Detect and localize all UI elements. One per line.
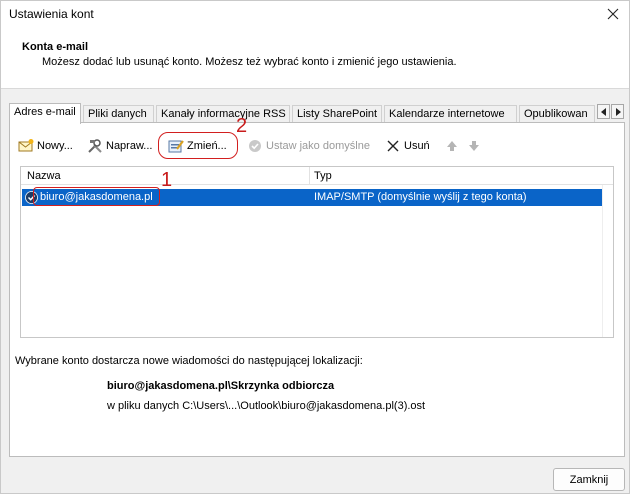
tab-rss-feeds[interactable]: Kanały informacyjne RSS — [156, 105, 290, 123]
header-area: Konta e-mail Możesz dodać lub usunąć kon… — [1, 27, 629, 89]
close-button[interactable]: Zamknij — [553, 468, 625, 491]
toolbar: Nowy... Napraw... Zmień... Ustaw jako do… — [16, 135, 616, 157]
new-account-label: Nowy... — [37, 140, 73, 152]
tab-scroll-right-icon[interactable] — [611, 104, 624, 119]
header-description: Możesz dodać lub usunąć konto. Możesz te… — [42, 56, 457, 68]
repair-account-button[interactable]: Napraw... — [87, 135, 152, 157]
tab-strip: Adres e-mail Pliki danych Kanały informa… — [9, 103, 625, 124]
move-down-button[interactable] — [466, 135, 482, 157]
account-settings-window: Ustawienia kont Konta e-mail Możesz doda… — [0, 0, 630, 494]
arrow-down-icon — [466, 138, 482, 154]
annotation-number-1: 1 — [161, 169, 173, 191]
column-name-header[interactable]: Nazwa — [27, 170, 61, 182]
new-account-button[interactable]: Nowy... — [18, 135, 73, 157]
remove-x-icon — [385, 138, 401, 154]
annotation-highlight-change — [158, 132, 238, 159]
set-default-label: Ustaw jako domyślne — [266, 140, 370, 152]
title-bar: Ustawienia kont — [1, 1, 629, 27]
remove-account-label: Usuń — [404, 140, 430, 152]
list-scrollbar[interactable] — [602, 185, 613, 337]
delivery-info-text: Wybrane konto dostarcza nowe wiadomości … — [15, 355, 363, 367]
header-title: Konta e-mail — [22, 41, 89, 53]
tab-published-calendars[interactable]: Opublikowan — [519, 105, 595, 123]
annotation-highlight-account — [33, 187, 160, 206]
new-mail-icon — [18, 138, 34, 154]
repair-account-label: Napraw... — [106, 140, 153, 152]
checkmark-circle-icon — [247, 138, 263, 154]
set-default-button[interactable]: Ustaw jako domyślne — [247, 135, 370, 157]
tab-scroll-left-icon[interactable] — [597, 104, 610, 119]
move-up-button[interactable] — [444, 135, 460, 157]
email-accounts-panel: Nowy... Napraw... Zmień... Ustaw jako do… — [9, 122, 625, 457]
delivery-folder-path: biuro@jakasdomena.pl\Skrzynka odbiorcza — [107, 380, 335, 392]
tab-data-files[interactable]: Pliki danych — [83, 105, 154, 123]
column-type-header[interactable]: Typ — [314, 170, 332, 182]
arrow-up-icon — [444, 138, 460, 154]
remove-account-button[interactable]: Usuń — [385, 135, 430, 157]
tab-internet-calendars[interactable]: Kalendarze internetowe — [384, 105, 517, 123]
tab-sharepoint-lists[interactable]: Listy SharePoint — [292, 105, 382, 123]
tab-email[interactable]: Adres e-mail — [9, 103, 81, 124]
account-type: IMAP/SMTP (domyślnie wyślij z tego konta… — [314, 191, 527, 203]
close-icon[interactable] — [603, 4, 623, 24]
list-header: Nazwa Typ — [21, 167, 613, 185]
window-title: Ustawienia kont — [9, 7, 94, 21]
tools-icon — [87, 138, 103, 154]
data-file-path: w pliku danych C:\Users\...\Outlook\biur… — [107, 400, 426, 412]
column-separator[interactable] — [309, 167, 310, 185]
annotation-number-2: 2 — [236, 115, 248, 137]
